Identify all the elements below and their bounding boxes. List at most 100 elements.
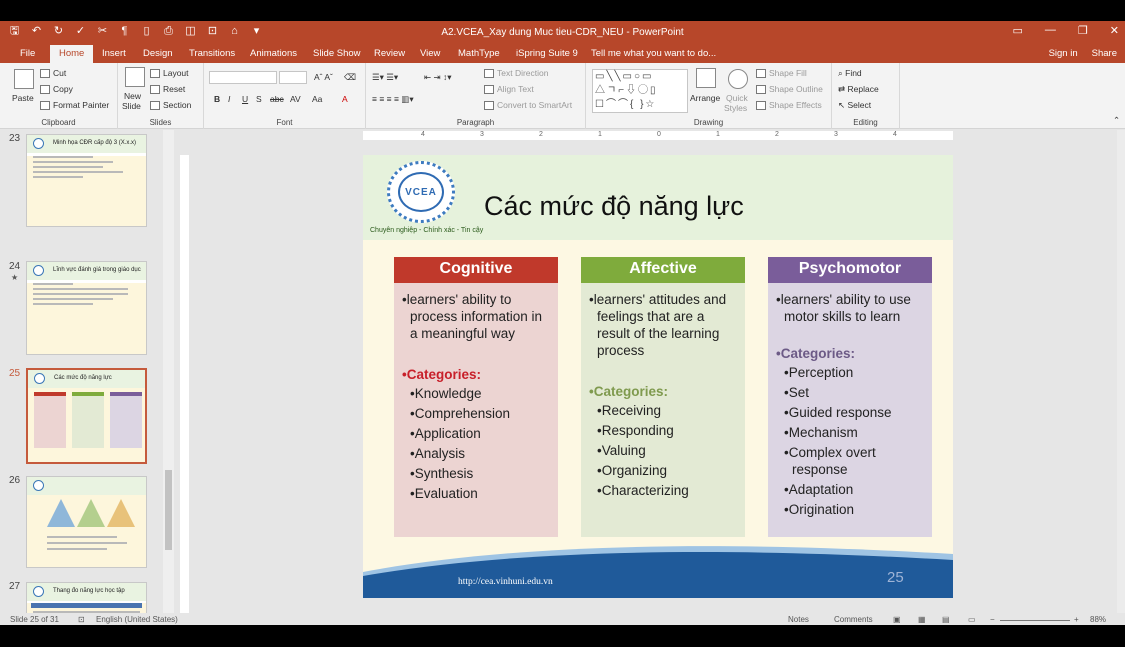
section-button[interactable]: Section [150,100,191,111]
window-title: A2.VCEA_Xay dung Muc tieu-CDR_NEU - Powe… [441,27,684,38]
tab-view[interactable]: View [420,48,440,59]
text-direction-button[interactable]: Text Direction [484,68,549,79]
char-spacing-button[interactable]: AV [290,94,301,104]
column-body: •learners' ability to use motor skills t… [768,283,932,537]
bullets-icon[interactable]: ☰▾ ☰▾ [372,72,398,83]
align-icons[interactable]: ≡ ≡ ≡ ≡ ▥▾ [372,94,414,105]
thumbnails-scrollbar[interactable] [163,130,174,613]
reset-button[interactable]: Reset [150,84,185,95]
convert-smartart-button[interactable]: Convert to SmartArt [484,100,572,111]
affective-column[interactable]: Affective •learners' attitudes and feeli… [581,257,745,537]
align-text-button[interactable]: Align Text [484,84,534,95]
slide-sorter-icon[interactable]: ▦ [918,615,926,624]
ribbon-display-icon[interactable]: ▭ [1013,24,1023,37]
new-slide-button[interactable]: New [124,91,141,101]
shadow-button[interactable]: S [256,94,262,104]
grow-font-icon[interactable]: Aˆ Aˇ [314,72,333,82]
notes-button[interactable]: Notes [788,615,809,624]
clipboard-label: Clipboard [41,118,76,127]
new-slide-icon[interactable] [125,67,145,87]
tab-animations[interactable]: Animations [250,48,297,59]
font-color-button[interactable]: A [342,94,348,104]
normal-view-icon[interactable]: ▣ [893,615,901,624]
scrollbar-thumb[interactable] [165,470,172,550]
tab-file[interactable]: File [20,48,35,59]
shape-outline-button[interactable]: Shape Outline [756,84,823,95]
clipboard-group: Paste Cut Copy Format Painter Clipboard [0,63,118,129]
italic-button[interactable]: I [228,94,230,104]
arrange-button[interactable]: Arrange [690,93,720,103]
sign-in-link[interactable]: Sign in [1049,48,1078,59]
list-item: •Set [784,385,809,400]
cognitive-column[interactable]: Cognitive •learners' ability to process … [394,257,558,537]
status-bar: Slide 25 of 31 ⊡ English (United States)… [0,613,1125,625]
select-button[interactable]: ↖ Select [838,100,871,111]
language-indicator[interactable]: English (United States) [96,615,178,624]
quick-styles-button-2[interactable]: Styles [724,103,747,113]
smartart-icon [484,101,494,111]
quick-styles-icon[interactable] [728,69,748,89]
list-item: •Receiving [597,403,662,418]
strikethrough-button[interactable]: abc [270,94,284,104]
tab-mathtype[interactable]: MathType [458,48,500,59]
cut-button[interactable]: Cut [40,68,66,79]
slide-canvas[interactable]: VCEA Chuyên nghiệp - Chính xác - Tin cậy… [363,155,953,598]
tab-slide-show[interactable]: Slide Show [313,48,361,59]
slides-label: Slides [149,118,172,127]
list-item: •Synthesis [410,466,474,481]
thumbnail-slide-26[interactable] [26,476,147,568]
shapes-gallery[interactable]: ▭╲╲▭○▭ △ㄱ⌐⇩◯▯ ☐⌒⌒{ }☆ [592,69,688,113]
slide-title[interactable]: Các mức độ năng lực [484,191,744,222]
zoom-out-icon[interactable]: − [990,615,995,624]
thumbnail-slide-23[interactable]: Minh họa CĐR cấp độ 3 (X.x.x) [26,134,147,227]
slideshow-view-icon[interactable]: ▭ [968,615,976,624]
zoom-in-icon[interactable]: + [1074,615,1079,624]
paste-icon[interactable] [14,69,34,89]
copy-button[interactable]: Copy [40,84,73,95]
tab-transitions[interactable]: Transitions [189,48,235,59]
shape-fill-button[interactable]: Shape Fill [756,68,807,79]
psychomotor-column[interactable]: Psychomotor •learners' ability to use mo… [768,257,932,537]
share-button[interactable]: Share [1092,48,1117,59]
layout-button[interactable]: Layout [150,68,189,79]
replace-button[interactable]: ⇄ Replace [838,84,879,95]
tell-me-search[interactable]: Tell me what you want to do... [591,48,716,59]
footer-wave [363,546,953,598]
new-slide-button-2[interactable]: Slide [122,101,141,111]
zoom-slider[interactable] [1000,620,1070,621]
collapse-ribbon-icon[interactable]: ⌃ [1113,115,1120,126]
tab-insert[interactable]: Insert [102,48,126,59]
format-painter-button[interactable]: Format Painter [40,100,109,111]
clear-format-icon[interactable]: ⌫ [344,72,356,83]
change-case-button[interactable]: Aa [312,94,322,104]
thumbnail-slide-25[interactable]: Các mức độ năng lực [26,368,147,464]
indent-icon[interactable]: ⇤ ⇥ ↕▾ [424,72,451,83]
horizontal-ruler: 4 3 2 1 0 1 2 3 4 [363,131,953,140]
underline-button[interactable]: U [242,94,248,104]
tab-review[interactable]: Review [374,48,405,59]
column-header: Cognitive [394,257,558,283]
tab-ispring[interactable]: iSpring Suite 9 [516,48,578,59]
font-name-combo[interactable] [209,71,277,84]
thumbnail-slide-24[interactable]: Lĩnh vực đánh giá trong giáo dục [26,261,147,355]
close-icon[interactable]: ✕ [1110,24,1119,37]
shape-effects-button[interactable]: Shape Effects [756,100,822,111]
bold-button[interactable]: B [214,94,220,104]
drawing-group: ▭╲╲▭○▭ △ㄱ⌐⇩◯▯ ☐⌒⌒{ }☆ Arrange Quick Styles… [586,63,832,129]
comments-button[interactable]: Comments [834,615,873,624]
vcea-logo: VCEA [387,161,455,223]
tab-home[interactable]: Home [50,45,94,63]
thumb-title: Lĩnh vực đánh giá trong giáo dục [27,262,146,280]
arrange-icon[interactable] [696,68,716,88]
quick-styles-button[interactable]: Quick [726,93,748,103]
spellcheck-icon[interactable]: ⊡ [78,615,85,624]
editor-scrollbar[interactable] [1117,130,1125,613]
zoom-level[interactable]: 88% [1090,615,1106,624]
font-size-combo[interactable] [279,71,307,84]
restore-icon[interactable]: ❐ [1078,24,1088,37]
paste-button[interactable]: Paste [12,93,34,103]
reading-view-icon[interactable]: ▤ [942,615,950,624]
minimize-icon[interactable]: — [1045,24,1056,37]
tab-design[interactable]: Design [143,48,173,59]
find-button[interactable]: ⌕ Find [838,68,862,79]
